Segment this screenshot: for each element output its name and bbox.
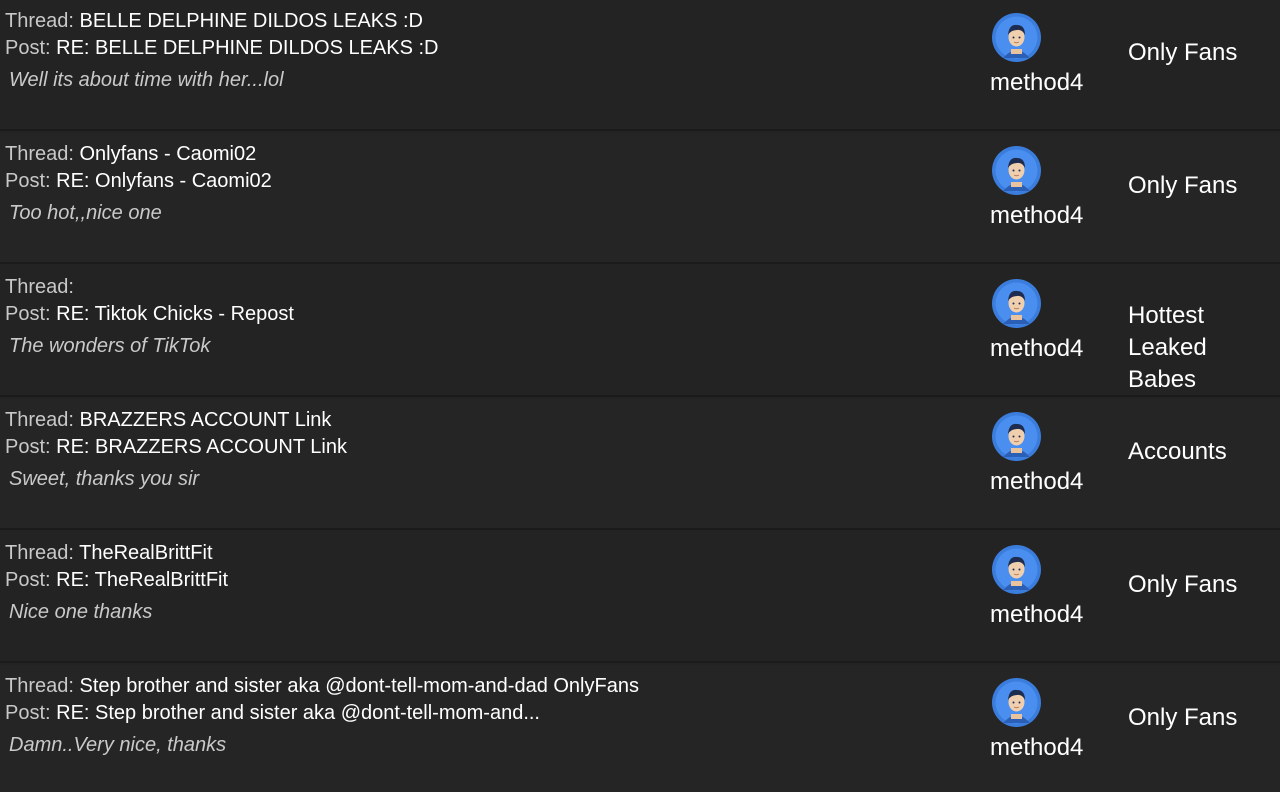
thread-link[interactable]: Onlyfans - Caomi02 (80, 143, 257, 165)
thread-link[interactable]: TheRealBrittFit (79, 542, 212, 564)
post-line: Post: RE: Step brother and sister aka @d… (5, 701, 540, 725)
thread-line: Thread: BRAZZERS ACCOUNT Link (5, 408, 331, 432)
post-excerpt: Damn..Very nice, thanks (9, 734, 227, 756)
forum-link[interactable]: Only Fans (1128, 37, 1280, 69)
thread-link[interactable]: BELLE DELPHINE DILDOS LEAKS :D (80, 10, 423, 32)
thread-line: Thread: BELLE DELPHINE DILDOS LEAKS :D (5, 9, 423, 33)
post-excerpt: Sweet, thanks you sir (9, 468, 200, 490)
thread-link[interactable]: Step brother and sister aka @dont-tell-m… (80, 675, 639, 697)
thread-line: Thread: Step brother and sister aka @don… (5, 674, 639, 698)
thread-label: Thread: (5, 675, 74, 697)
forum-link[interactable]: Hottest Leaked Babes (1128, 300, 1280, 396)
username-link[interactable]: method4 (990, 334, 1083, 364)
username-link[interactable]: method4 (990, 68, 1083, 98)
post-label: Post: (5, 37, 51, 59)
activity-row: Thread: BRAZZERS ACCOUNT Link Post: RE: … (0, 399, 1280, 530)
post-line: Post: RE: Tiktok Chicks - Repost (5, 302, 294, 326)
activity-row: Thread: Onlyfans - Caomi02 Post: RE: Onl… (0, 133, 1280, 264)
thread-link[interactable]: BRAZZERS ACCOUNT Link (80, 409, 332, 431)
user-avatar-icon[interactable] (992, 678, 1041, 727)
post-link[interactable]: RE: Step brother and sister aka @dont-te… (56, 702, 540, 724)
post-label: Post: (5, 303, 51, 325)
activity-row: Thread: BELLE DELPHINE DILDOS LEAKS :D P… (0, 0, 1280, 131)
activity-row: Thread: TheRealBrittFit Post: RE: TheRea… (0, 532, 1280, 663)
thread-label: Thread: (5, 10, 74, 32)
username-link[interactable]: method4 (990, 201, 1083, 231)
activity-row: Thread: Post: RE: Tiktok Chicks - Repost… (0, 266, 1280, 397)
user-avatar-icon[interactable] (992, 412, 1041, 461)
post-label: Post: (5, 436, 51, 458)
post-label: Post: (5, 702, 51, 724)
user-avatar-icon[interactable] (992, 13, 1041, 62)
thread-line: Thread: (5, 275, 74, 299)
user-avatar-icon[interactable] (992, 146, 1041, 195)
post-excerpt: The wonders of TikTok (9, 335, 211, 357)
post-excerpt: Too hot,,nice one (9, 202, 162, 224)
post-excerpt: Nice one thanks (9, 601, 153, 623)
thread-label: Thread: (5, 143, 74, 165)
thread-line: Thread: Onlyfans - Caomi02 (5, 142, 256, 166)
post-line: Post: RE: Onlyfans - Caomi02 (5, 169, 272, 193)
post-label: Post: (5, 170, 51, 192)
post-link[interactable]: RE: BRAZZERS ACCOUNT Link (56, 436, 347, 458)
thread-label: Thread: (5, 409, 74, 431)
post-label: Post: (5, 569, 51, 591)
post-link[interactable]: RE: BELLE DELPHINE DILDOS LEAKS :D (56, 37, 438, 59)
post-link[interactable]: RE: TheRealBrittFit (56, 569, 228, 591)
post-line: Post: RE: BELLE DELPHINE DILDOS LEAKS :D (5, 36, 439, 60)
forum-link[interactable]: Only Fans (1128, 702, 1280, 734)
thread-line: Thread: TheRealBrittFit (5, 541, 213, 565)
forum-link[interactable]: Only Fans (1128, 569, 1280, 601)
post-line: Post: RE: BRAZZERS ACCOUNT Link (5, 435, 347, 459)
username-link[interactable]: method4 (990, 600, 1083, 630)
activity-row: Thread: Step brother and sister aka @don… (0, 665, 1280, 792)
user-avatar-icon[interactable] (992, 545, 1041, 594)
forum-link[interactable]: Only Fans (1128, 170, 1280, 202)
thread-label: Thread: (5, 542, 74, 564)
activity-list: Thread: BELLE DELPHINE DILDOS LEAKS :D P… (0, 0, 1280, 792)
username-link[interactable]: method4 (990, 467, 1083, 497)
thread-label: Thread: (5, 276, 74, 298)
post-link[interactable]: RE: Onlyfans - Caomi02 (56, 170, 272, 192)
post-excerpt: Well its about time with her...lol (9, 69, 284, 91)
user-avatar-icon[interactable] (992, 279, 1041, 328)
post-link[interactable]: RE: Tiktok Chicks - Repost (56, 303, 294, 325)
post-line: Post: RE: TheRealBrittFit (5, 568, 228, 592)
username-link[interactable]: method4 (990, 733, 1083, 763)
forum-link[interactable]: Accounts (1128, 436, 1280, 468)
